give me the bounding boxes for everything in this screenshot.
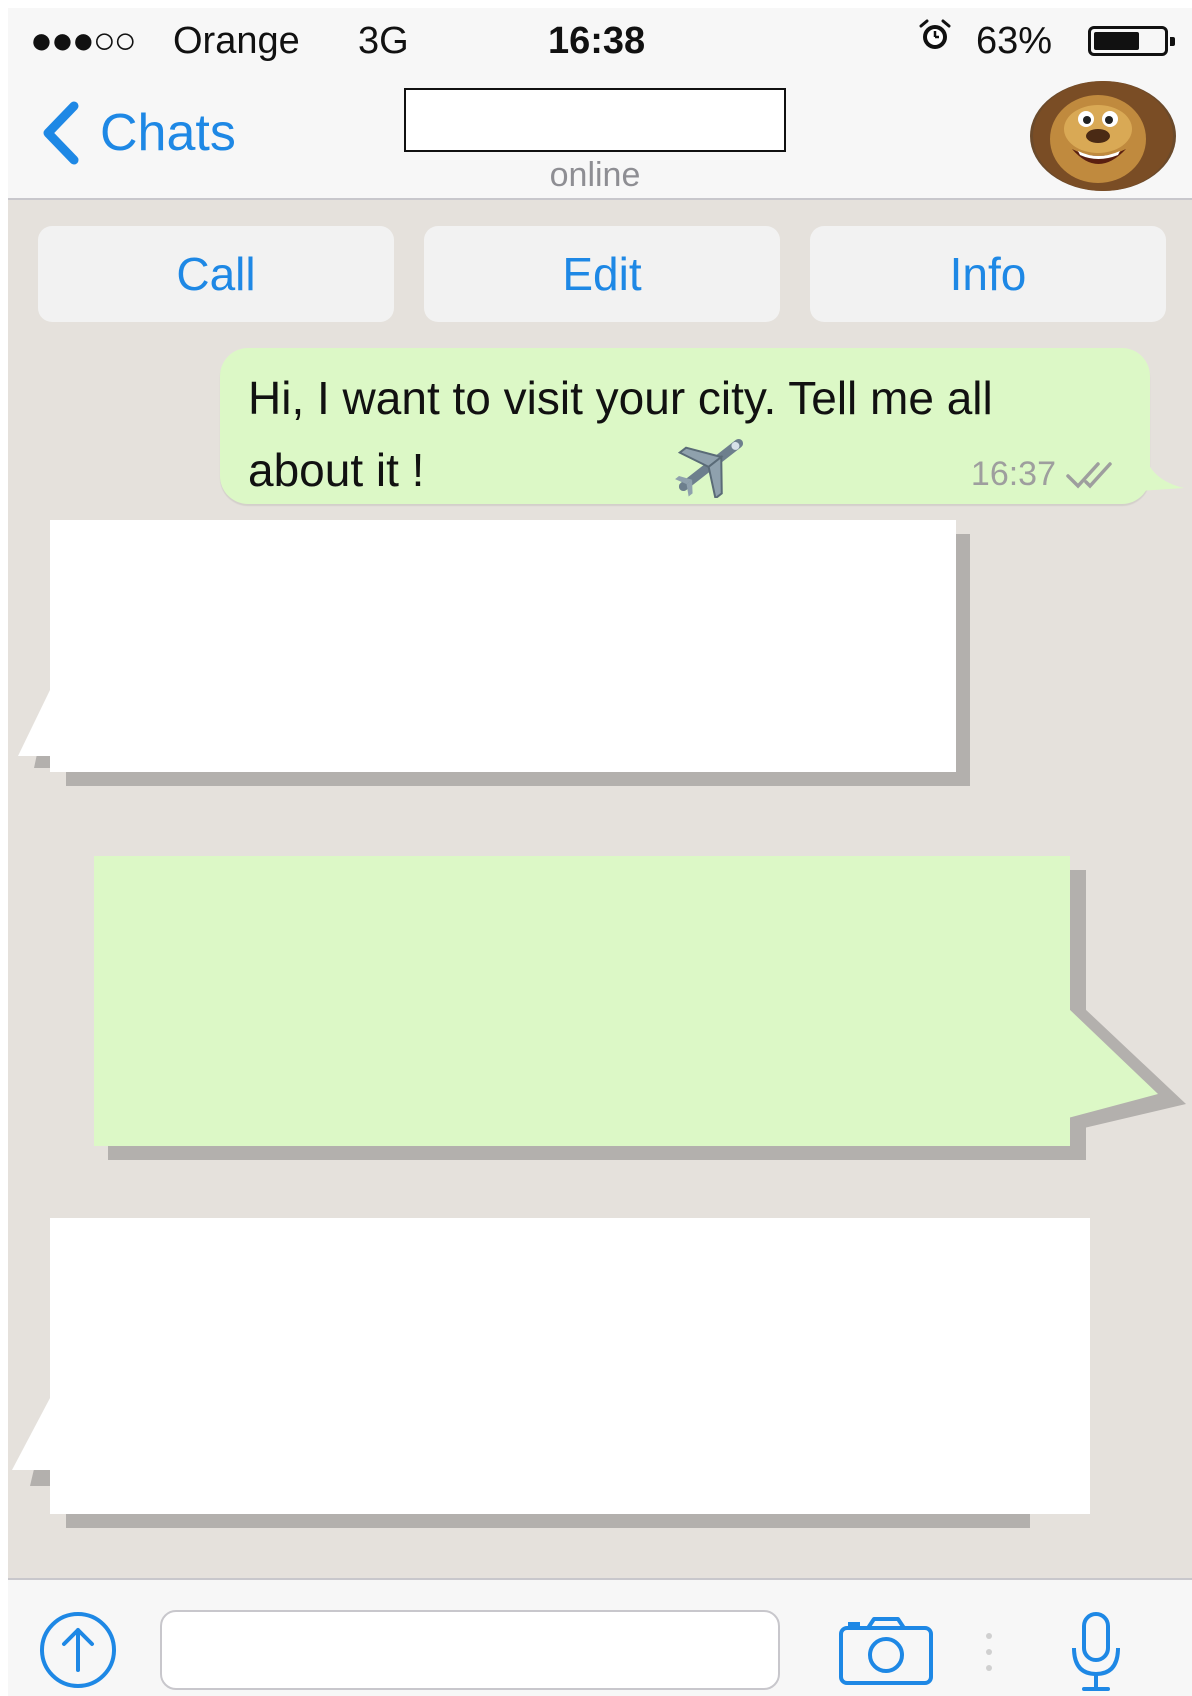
input-bar: [8, 1578, 1192, 1696]
nav-bar: Chats online: [8, 78, 1192, 200]
camera-icon[interactable]: [838, 1616, 934, 1686]
avatar[interactable]: [1030, 81, 1176, 191]
call-button[interactable]: Call: [38, 226, 394, 322]
network-type: 3G: [358, 20, 409, 62]
message-time: 16:37: [970, 455, 1056, 493]
message-text: Hi, I want to visit your city. Tell me a…: [248, 372, 993, 496]
share-icon[interactable]: [38, 1610, 118, 1690]
bubble-tail: [1124, 452, 1184, 492]
divider-dots-icon: [986, 1633, 992, 1671]
edit-button[interactable]: Edit: [424, 226, 780, 322]
chat-actions: Call Edit Info: [38, 226, 1174, 322]
contact-status: online: [549, 156, 641, 194]
back-label: Chats: [100, 104, 236, 162]
message-bubble-outgoing[interactable]: Hi, I want to visit your city. Tell me a…: [220, 348, 1184, 504]
info-button[interactable]: Info: [810, 226, 1166, 322]
battery-icon: [1088, 26, 1175, 56]
status-time: 16:38: [548, 20, 646, 62]
contact-name-redacted[interactable]: [404, 88, 786, 152]
double-check-icon: [1066, 461, 1112, 489]
message-meta: 16:37: [971, 455, 1122, 494]
airplane-icon: [675, 438, 744, 498]
microphone-icon[interactable]: [1068, 1610, 1124, 1694]
battery-percent: 63%: [976, 20, 1053, 62]
alarm-clock-icon: [919, 19, 951, 49]
status-bar: ●●●○○ Orange 3G 16:38 63%: [8, 8, 1192, 78]
carrier-name: Orange: [173, 20, 300, 62]
chat-screen: ●●●○○ Orange 3G 16:38 63% Chats online C…: [8, 8, 1192, 1696]
message-input[interactable]: [160, 1610, 780, 1690]
